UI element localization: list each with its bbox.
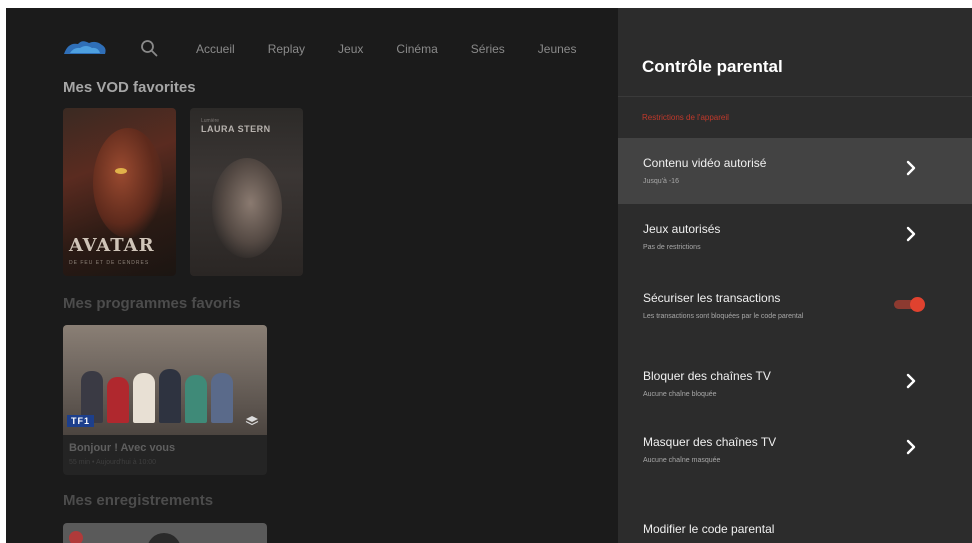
poster-eye-art (115, 168, 127, 174)
programs-section-title: Mes programmes favoris (63, 295, 241, 312)
setting-allowed-video[interactable]: Contenu vidéo autorisé Jusqu'à -16 (618, 138, 972, 204)
poster-face-art (212, 158, 282, 258)
setting-title: Modifier le code parental (643, 522, 775, 536)
setting-subtitle: Jusqu'à -16 (643, 178, 679, 185)
vod-poster-avatar[interactable]: AVATAR DE FEU ET DE CENDRES (63, 108, 176, 276)
record-indicator (69, 531, 83, 543)
brand-logo[interactable] (62, 38, 108, 60)
chevron-right-icon (906, 226, 916, 242)
nav-item-jeunes[interactable]: Jeunes (538, 42, 577, 56)
setting-hide-channels[interactable]: Masquer des chaînes TV Aucune chaîne mas… (618, 417, 972, 483)
setting-title: Contenu vidéo autorisé (643, 156, 767, 170)
tv-screen: Accueil Replay Jeux Cinéma Séries Jeunes… (6, 8, 972, 543)
panel-section-label: Restrictions de l'appareil (642, 113, 729, 122)
chevron-right-icon (906, 160, 916, 176)
program-thumbnail: TF1 (63, 325, 267, 435)
setting-subtitle: Les transactions sont bloquées par le co… (643, 313, 804, 320)
vod-poster-laura-stern[interactable]: Lumière LAURA STERN (190, 108, 303, 276)
toggle-knob (910, 297, 925, 312)
recording-card[interactable] (63, 523, 267, 543)
setting-block-channels[interactable]: Bloquer des chaînes TV Aucune chaîne blo… (618, 351, 972, 417)
panel-title: Contrôle parental (642, 57, 783, 76)
vod-section-title: Mes VOD favorites (63, 79, 196, 96)
setting-title: Sécuriser les transactions (643, 291, 781, 305)
nav-item-series[interactable]: Séries (471, 42, 505, 56)
poster-subtitle: DE FEU ET DE CENDRES (69, 260, 150, 266)
chevron-right-icon (906, 439, 916, 455)
setting-subtitle: Aucune chaîne masquée (643, 457, 721, 464)
panel-header: Contrôle parental (618, 8, 972, 97)
nav-item-replay[interactable]: Replay (268, 42, 305, 56)
program-meta: 55 min • Aujourd'hui à 10:00 (69, 459, 157, 466)
recordings-section-title: Mes enregistrements (63, 492, 214, 509)
setting-title: Jeux autorisés (643, 222, 721, 236)
setting-secure-transactions[interactable]: Sécuriser les transactions Les transacti… (618, 273, 972, 339)
program-title: Bonjour ! Avec vous (69, 442, 176, 454)
poster-title: LAURA STERN (201, 124, 271, 134)
nav-item-cinema[interactable]: Cinéma (396, 42, 437, 56)
setting-subtitle: Pas de restrictions (643, 244, 701, 251)
parental-control-panel: Contrôle parental Restrictions de l'appa… (618, 8, 972, 543)
setting-title: Bloquer des chaînes TV (643, 369, 771, 383)
layers-icon (245, 416, 259, 426)
nav-item-accueil[interactable]: Accueil (196, 42, 235, 56)
recording-thumbnail-art (147, 533, 181, 543)
poster-face-art (93, 128, 163, 238)
channel-logo: TF1 (67, 415, 95, 427)
search-icon[interactable] (140, 39, 158, 57)
setting-change-parental-code[interactable]: Modifier le code parental (618, 504, 972, 543)
main-nav: Accueil Replay Jeux Cinéma Séries Jeunes (196, 42, 609, 56)
setting-subtitle: Aucune chaîne bloquée (643, 391, 717, 398)
secure-transactions-toggle[interactable] (894, 297, 926, 312)
setting-allowed-games[interactable]: Jeux autorisés Pas de restrictions (618, 204, 972, 270)
nav-item-jeux[interactable]: Jeux (338, 42, 363, 56)
setting-title: Masquer des chaînes TV (643, 435, 777, 449)
program-card[interactable]: TF1 Bonjour ! Avec vous 55 min • Aujourd… (63, 325, 267, 475)
poster-title: AVATAR (69, 235, 155, 256)
chevron-right-icon (906, 373, 916, 389)
